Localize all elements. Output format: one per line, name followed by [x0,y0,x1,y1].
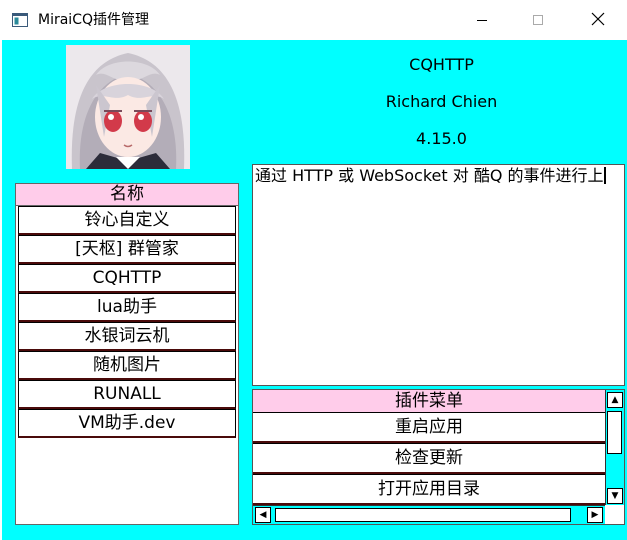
arrow-down-icon[interactable]: ▼ [607,488,623,504]
minimize-icon [476,11,488,30]
plugin-description-text: 通过 HTTP 或 WebSocket 对 酷Q 的事件进行上 [255,166,604,185]
plugin-list-item[interactable]: 水银词云机 [18,322,236,351]
arrow-up-icon[interactable]: ▲ [607,392,623,408]
close-button[interactable] [575,0,621,40]
plugin-list-item[interactable]: CQHTTP [18,264,236,293]
plugin-list-item[interactable]: RUNALL [18,380,236,409]
plugin-list-item[interactable]: [天枢] 群管家 [18,235,236,264]
plugin-author-label: Richard Chien [385,92,498,111]
plugin-name-label: CQHTTP [409,55,474,74]
scrollbar-corner [605,505,624,524]
menu-item-restart[interactable]: 重启应用 [253,412,605,443]
plugin-list-item[interactable]: 随机图片 [18,351,236,380]
title-bar[interactable]: MiraiCQ插件管理 [0,0,627,40]
plugin-list-item[interactable]: VM助手.dev [18,409,236,438]
maximize-button[interactable] [515,0,561,40]
vertical-scrollbar[interactable]: ▲ ▼ [605,390,624,506]
window-title: MiraiCQ插件管理 [38,12,149,28]
horizontal-scroll-thumb[interactable] [275,508,571,522]
plugin-list-item[interactable]: 铃心自定义 [18,206,236,235]
plugin-version-label: 4.15.0 [416,129,467,148]
minimize-button[interactable] [459,0,505,40]
text-caret [603,167,606,184]
app-window-icon [12,12,28,28]
horizontal-scrollbar[interactable]: ◀ ▶ [253,505,605,524]
vertical-scroll-thumb[interactable] [607,411,622,454]
plugin-description-box[interactable]: 通过 HTTP 或 WebSocket 对 酷Q 的事件进行上 [252,164,625,386]
arrow-right-icon[interactable]: ▶ [587,507,603,523]
plugin-list-header: 名称 [16,184,238,206]
plugin-avatar [66,45,190,169]
plugin-list[interactable]: 名称 铃心自定义 [天枢] 群管家 CQHTTP lua助手 水银词云机 随机图… [15,183,239,525]
maximize-icon [532,11,544,30]
plugin-menu-header: 插件菜单 [253,390,605,412]
plugin-menu-list[interactable]: 插件菜单 重启应用 检查更新 打开应用目录 ▲ ▼ ◀ ▶ [252,389,625,525]
menu-item-open-directory[interactable]: 打开应用目录 [253,474,605,505]
arrow-left-icon[interactable]: ◀ [255,507,271,523]
menu-item-check-update[interactable]: 检查更新 [253,443,605,474]
plugin-list-item[interactable]: lua助手 [18,293,236,322]
close-icon [591,11,605,30]
client-area: CQHTTP Richard Chien 4.15.0 名称 铃心自定义 [天枢… [2,40,627,540]
main-window: MiraiCQ插件管理 CQHTTP Richard Chien 4.15.0 … [0,0,627,540]
